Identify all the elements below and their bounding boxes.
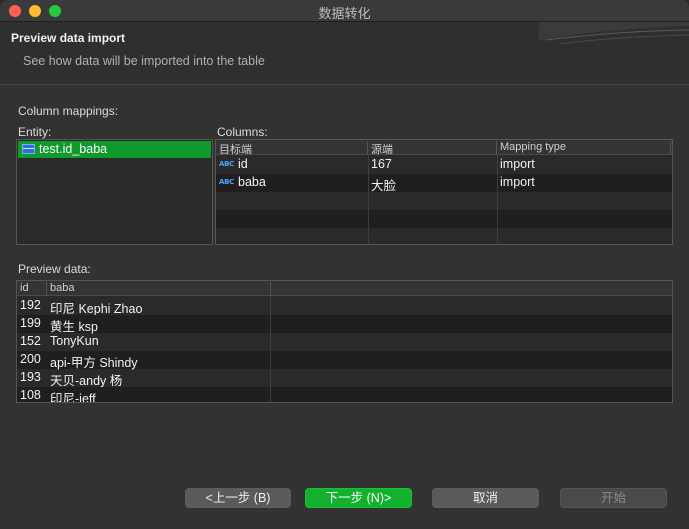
page-description: See how data will be imported into the t… (23, 54, 265, 68)
preview-table[interactable]: id baba 192 印尼 Kephi Zhao 199 黄生 ksp 152… (16, 280, 673, 403)
column-divider (368, 155, 369, 244)
entity-label: Entity: (18, 125, 52, 139)
mapping-type-cell[interactable]: import (497, 157, 535, 175)
start-button[interactable]: 开始 (560, 488, 667, 508)
column-header-target[interactable]: 目标端 (216, 141, 368, 156)
baba-cell: TonyKun (50, 334, 99, 348)
abc-text-icon: ABC (219, 160, 234, 168)
preview-header-id[interactable]: id (17, 282, 47, 296)
empty-row (216, 192, 672, 210)
baba-cell: 印尼 Kephi Zhao (50, 302, 143, 316)
cancel-button[interactable]: 取消 (432, 488, 539, 508)
wizard-window: 数据转化 Preview data import See how data wi… (0, 0, 689, 529)
preview-data-label: Preview data: (18, 262, 91, 276)
column-header-mapping-type[interactable]: Mapping type (497, 141, 671, 155)
id-cell: 108 (20, 388, 41, 402)
column-divider (497, 155, 498, 244)
baba-cell: 天贝-andy 杨 (50, 374, 123, 388)
table-row[interactable]: ABC id 167 import (216, 156, 672, 174)
columns-label: Columns: (217, 125, 268, 139)
banner-graphic (539, 22, 689, 45)
id-cell: 199 (20, 316, 41, 330)
id-cell: 200 (20, 352, 41, 366)
target-column-cell: id (238, 157, 248, 171)
table-row[interactable]: 192 印尼 Kephi Zhao (17, 297, 672, 316)
abc-text-icon: ABC (219, 178, 234, 186)
back-button[interactable]: <上一步 (B) (185, 488, 291, 508)
baba-cell: 印尼-jeff (50, 392, 96, 403)
table-row[interactable]: 193 天贝-andy 杨 (17, 369, 672, 388)
target-column-cell: baba (238, 175, 266, 189)
title-bar: 数据转化 (0, 0, 689, 22)
column-header-source[interactable]: 源端 (368, 141, 497, 156)
window-title: 数据转化 (318, 6, 371, 21)
page-title: Preview data import (11, 31, 126, 45)
id-cell: 192 (20, 298, 41, 312)
table-row[interactable]: 152 TonyKun (17, 333, 672, 351)
id-cell: 193 (20, 370, 41, 384)
mapping-type-cell[interactable]: import (497, 175, 535, 193)
column-divider (270, 296, 271, 402)
column-mappings-label: Column mappings: (18, 104, 119, 118)
table-row[interactable]: 199 黄生 ksp (17, 315, 672, 334)
columns-table-header: 目标端 源端 Mapping type (216, 140, 672, 156)
next-button[interactable]: 下一步 (N)> (305, 488, 412, 508)
entity-name: test.id_baba (39, 142, 108, 156)
columns-table[interactable]: 目标端 源端 Mapping type ABC id 167 import AB… (215, 139, 673, 245)
table-row[interactable]: 108 印尼-jeff (17, 387, 672, 403)
id-cell: 152 (20, 334, 41, 348)
baba-cell: 黄生 ksp (50, 320, 98, 334)
baba-cell: api-甲方 Shindy (50, 356, 138, 370)
table-row[interactable]: 200 api-甲方 Shindy (17, 351, 672, 370)
empty-row (216, 228, 672, 244)
entity-list[interactable]: test.id_baba (16, 139, 213, 245)
preview-table-header: id baba (17, 281, 672, 296)
source-column-cell[interactable]: 167 (368, 157, 392, 175)
source-column-cell[interactable]: 大脸 (368, 175, 396, 193)
table-icon (22, 144, 35, 154)
preview-header-baba[interactable]: baba (47, 282, 271, 296)
table-row[interactable]: ABC baba 大脸 import (216, 174, 672, 193)
empty-row (216, 210, 672, 228)
wizard-header: Preview data import See how data will be… (0, 22, 689, 85)
entity-list-item[interactable]: test.id_baba (18, 141, 211, 158)
